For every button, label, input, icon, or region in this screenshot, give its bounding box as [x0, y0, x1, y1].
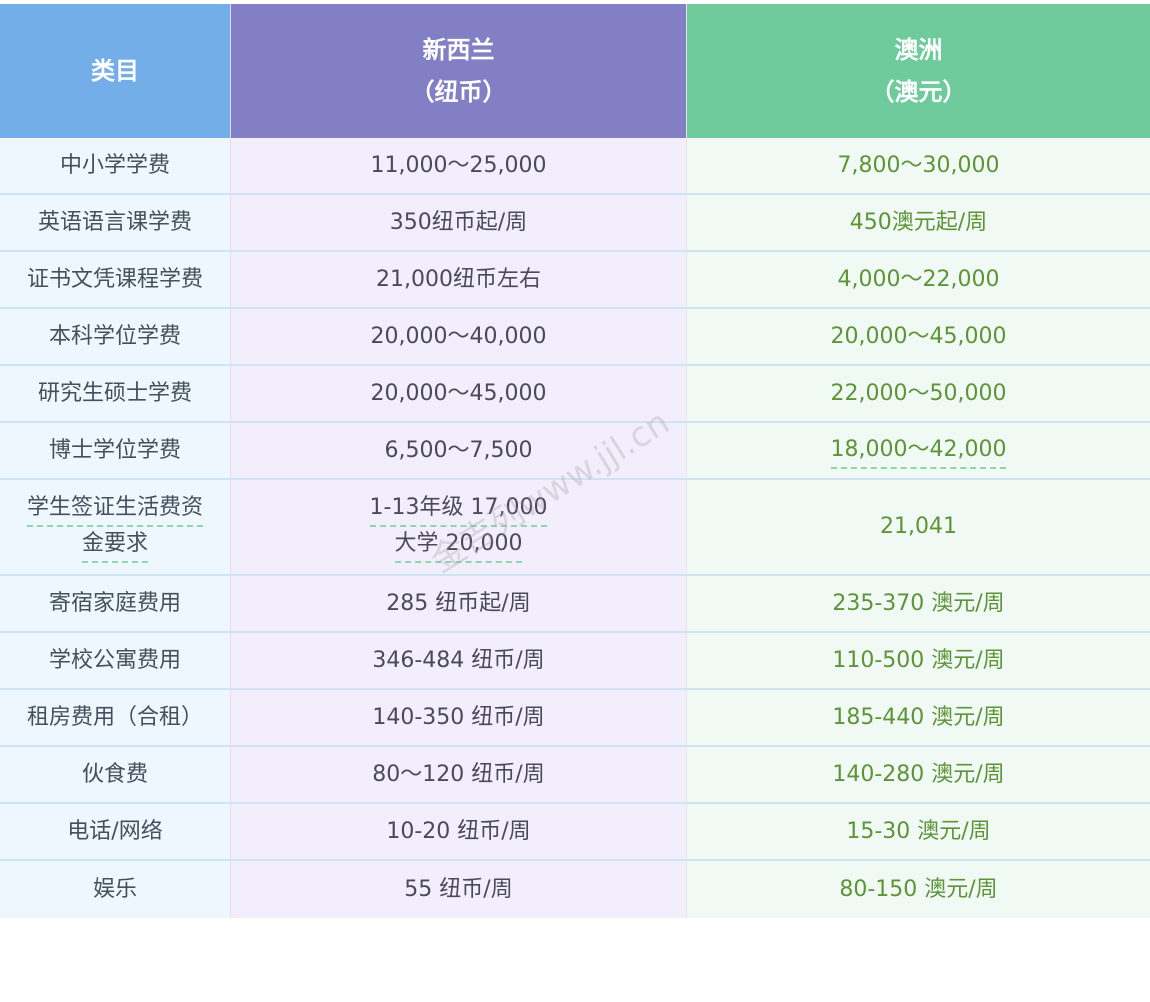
category-cell: 博士学位学费: [0, 423, 230, 480]
table-row: 租房费用（合租） 140-350 纽币/周 185-440 澳元/周: [0, 690, 1150, 747]
nz-cell: 11,000～25,000: [230, 138, 686, 195]
nz-cell: 55 纽币/周: [230, 861, 686, 918]
table-row: 学校公寓费用 346-484 纽币/周 110-500 澳元/周: [0, 633, 1150, 690]
nz-value-link-line1[interactable]: 1-13年级 17,000: [369, 491, 548, 527]
nz-cell: 20,000～40,000: [230, 309, 686, 366]
table-row: 中小学学费 11,000～25,000 7,800～30,000: [0, 138, 1150, 195]
header-category: 类目: [0, 4, 230, 138]
table-row: 博士学位学费 6,500～7,500 18,000～42,000: [0, 423, 1150, 480]
nz-cell: 10-20 纽币/周: [230, 804, 686, 861]
table-row: 寄宿家庭费用 285 纽币起/周 235-370 澳元/周: [0, 576, 1150, 633]
table-row: 研究生硕士学费 20,000～45,000 22,000～50,000: [0, 366, 1150, 423]
nz-cell: 285 纽币起/周: [230, 576, 686, 633]
category-cell: 英语语言课学费: [0, 195, 230, 252]
nz-cell: 6,500～7,500: [230, 423, 686, 480]
au-cell: 4,000～22,000: [686, 252, 1150, 309]
category-cell: 学生签证生活费资 金要求: [0, 480, 230, 576]
nz-cell: 1-13年级 17,000 大学 20,000: [230, 480, 686, 576]
au-cell: 185-440 澳元/周: [686, 690, 1150, 747]
nz-value-link-line2[interactable]: 大学 20,000: [394, 527, 523, 563]
category-cell: 租房费用（合租）: [0, 690, 230, 747]
category-cell: 学校公寓费用: [0, 633, 230, 690]
category-cell: 寄宿家庭费用: [0, 576, 230, 633]
nz-cell: 20,000～45,000: [230, 366, 686, 423]
nz-cell: 346-484 纽币/周: [230, 633, 686, 690]
au-cell: 140-280 澳元/周: [686, 747, 1150, 804]
au-cell: 15-30 澳元/周: [686, 804, 1150, 861]
table-row: 英语语言课学费 350纽币起/周 450澳元起/周: [0, 195, 1150, 252]
au-value-link[interactable]: 18,000～42,000: [830, 433, 1007, 469]
table-row: 电话/网络 10-20 纽币/周 15-30 澳元/周: [0, 804, 1150, 861]
table-row: 学生签证生活费资 金要求 1-13年级 17,000 大学 20,000 21,…: [0, 480, 1150, 576]
nz-cell: 80～120 纽币/周: [230, 747, 686, 804]
nz-cell: 140-350 纽币/周: [230, 690, 686, 747]
table-row: 证书文凭课程学费 21,000纽币左右 4,000～22,000: [0, 252, 1150, 309]
cost-comparison-table: 类目 新西兰 （纽币） 澳洲 （澳元） 中小学学费 11,000～25,000 7,…: [0, 4, 1150, 918]
category-cell: 证书文凭课程学费: [0, 252, 230, 309]
au-cell: 21,041: [686, 480, 1150, 576]
nz-cell: 21,000纽币左右: [230, 252, 686, 309]
category-cell: 本科学位学费: [0, 309, 230, 366]
au-cell: 20,000～45,000: [686, 309, 1150, 366]
category-cell: 研究生硕士学费: [0, 366, 230, 423]
au-cell: 235-370 澳元/周: [686, 576, 1150, 633]
table-row: 本科学位学费 20,000～40,000 20,000～45,000: [0, 309, 1150, 366]
au-cell: 22,000～50,000: [686, 366, 1150, 423]
au-cell: 110-500 澳元/周: [686, 633, 1150, 690]
table-row: 娱乐 55 纽币/周 80-150 澳元/周: [0, 861, 1150, 918]
nz-cell: 350纽币起/周: [230, 195, 686, 252]
table-header-row: 类目 新西兰 （纽币） 澳洲 （澳元）: [0, 4, 1150, 138]
header-new-zealand: 新西兰 （纽币）: [230, 4, 686, 138]
au-cell: 18,000～42,000: [686, 423, 1150, 480]
au-cell: 450澳元起/周: [686, 195, 1150, 252]
au-cell: 80-150 澳元/周: [686, 861, 1150, 918]
au-cell: 7,800～30,000: [686, 138, 1150, 195]
category-cell: 伙食费: [0, 747, 230, 804]
header-australia: 澳洲 （澳元）: [686, 4, 1150, 138]
au-value: 21,041: [880, 514, 957, 539]
table-row: 伙食费 80～120 纽币/周 140-280 澳元/周: [0, 747, 1150, 804]
category-link-line2[interactable]: 金要求: [81, 527, 148, 563]
category-cell: 娱乐: [0, 861, 230, 918]
category-cell: 中小学学费: [0, 138, 230, 195]
category-link-line1[interactable]: 学生签证生活费资: [26, 491, 203, 527]
category-cell: 电话/网络: [0, 804, 230, 861]
